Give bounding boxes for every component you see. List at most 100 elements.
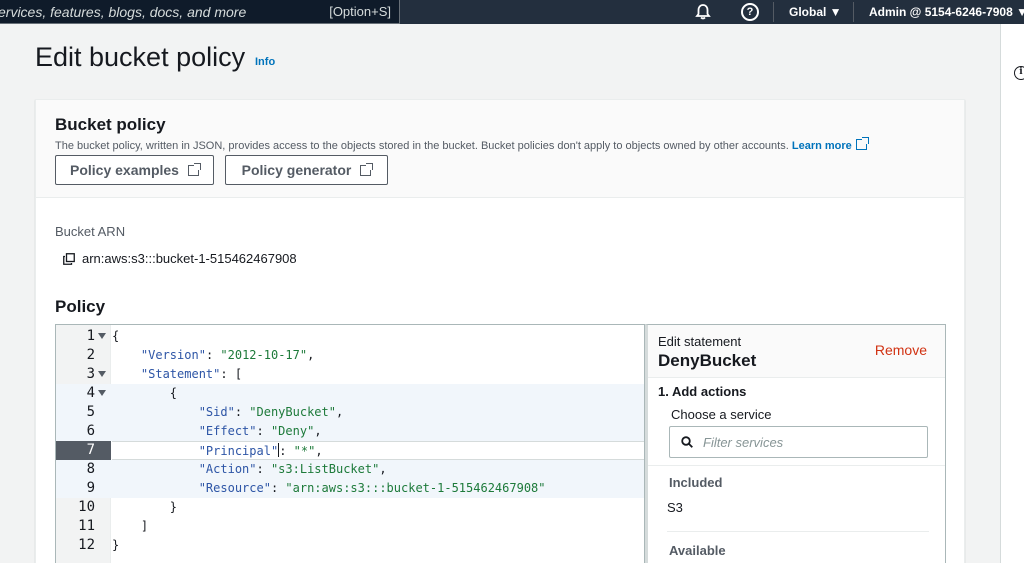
line-number: 2 <box>86 347 95 363</box>
json-punct: , <box>315 444 323 458</box>
json-key: "Resource" <box>198 481 271 495</box>
section-title: Bucket policy <box>55 115 166 134</box>
policy-examples-label: Policy examples <box>70 162 179 178</box>
search-shortcut-hint: [Option+S] <box>329 4 391 19</box>
code-line[interactable]: 1 { <box>56 327 644 346</box>
json-punct: : <box>270 481 286 495</box>
bucket-arn-label: Bucket ARN <box>55 224 126 239</box>
json-value: "s3:ListBucket" <box>270 462 380 476</box>
fold-arrow-icon[interactable] <box>98 371 106 377</box>
json-punct: } <box>112 538 120 552</box>
external-link-icon <box>187 162 201 176</box>
json-punct: ] <box>140 519 149 533</box>
nav-divider <box>773 2 774 22</box>
code-line[interactable]: 6 "Effect": "Deny", <box>56 422 644 441</box>
help-icon[interactable]: ? <box>741 3 759 21</box>
json-punct: , <box>307 348 315 362</box>
json-punct: } <box>169 500 178 514</box>
json-punct: , <box>335 405 344 419</box>
json-punct: , <box>379 462 387 476</box>
region-selector[interactable]: Global ▼ <box>789 5 842 19</box>
description-text: The bucket policy, written in JSON, prov… <box>55 140 789 152</box>
json-punct: , <box>314 424 322 438</box>
policy-examples-button[interactable]: Policy examples <box>55 155 214 185</box>
code-line[interactable]: 8 "Action": "s3:ListBucket", <box>56 460 644 479</box>
statement-header: Edit statement DenyBucket Remove <box>648 325 945 378</box>
json-key: "Effect" <box>198 424 257 438</box>
json-value: "DenyBucket" <box>249 405 336 419</box>
json-value: "2012-10-17" <box>220 348 308 362</box>
included-heading: Included <box>669 475 723 490</box>
json-key: "Version" <box>140 348 206 362</box>
account-menu[interactable]: Admin @ 5154-6246-7908 ▼ <box>869 5 1024 19</box>
container-header: Bucket policy The bucket policy, written… <box>36 100 964 198</box>
line-number: 9 <box>86 480 95 496</box>
nav-divider <box>853 2 854 22</box>
info-link[interactable]: Info <box>255 56 275 68</box>
info-icon[interactable]: i <box>1014 66 1024 80</box>
page-title: Edit bucket policy <box>35 42 246 72</box>
line-number: 7 <box>56 441 111 460</box>
json-punct: : <box>279 444 294 458</box>
policy-generator-label: Policy generator <box>241 162 352 178</box>
json-punct: { <box>169 386 178 400</box>
divider <box>648 465 945 466</box>
json-key: "Principal" <box>198 444 279 458</box>
tools-panel-rail: i <box>1000 24 1024 563</box>
json-value: "arn:aws:s3:::bucket-1-515462467908" <box>285 481 546 495</box>
line-number: 11 <box>78 518 95 534</box>
json-punct: : <box>256 462 271 476</box>
remove-statement-button[interactable]: Remove <box>875 342 927 358</box>
policy-label: Policy <box>55 297 106 316</box>
code-line[interactable]: 10 } <box>56 498 644 517</box>
code-line[interactable]: 12 } <box>56 536 644 555</box>
json-punct: { <box>112 329 120 343</box>
json-punct: : <box>205 348 221 362</box>
bell-icon[interactable] <box>694 3 712 21</box>
json-key: "Action" <box>198 462 257 476</box>
fold-arrow-icon[interactable] <box>98 333 106 339</box>
included-service[interactable]: S3 <box>667 500 683 515</box>
external-link-icon <box>855 137 869 150</box>
divider <box>667 531 929 532</box>
code-line[interactable]: 2 "Version": "2012-10-17", <box>56 346 644 365</box>
code-line[interactable]: 5 "Sid": "DenyBucket", <box>56 403 644 422</box>
available-heading: Available <box>669 543 726 558</box>
policy-json-editor[interactable]: 1 { 2 "Version": "2012-10-17", 3 "Statem… <box>55 324 645 563</box>
filter-services-input[interactable] <box>669 426 928 458</box>
learn-more-link[interactable]: Learn more <box>792 137 869 152</box>
code-line[interactable]: 3 "Statement": [ <box>56 365 644 384</box>
external-link-icon <box>360 162 374 176</box>
search-icon <box>681 436 693 448</box>
add-actions-heading: 1. Add actions <box>658 384 747 399</box>
line-number: 6 <box>86 423 95 439</box>
code-line[interactable]: 11 ] <box>56 517 644 536</box>
edit-statement-label: Edit statement <box>658 334 742 349</box>
policy-generator-button[interactable]: Policy generator <box>225 155 388 185</box>
json-key: "Sid" <box>198 405 235 419</box>
copy-icon[interactable] <box>63 253 75 265</box>
fold-arrow-icon[interactable] <box>98 390 106 396</box>
json-key: "Statement" <box>140 367 221 381</box>
code-line-active[interactable]: 7 "Principal": "*", <box>56 441 644 460</box>
statement-name: DenyBucket <box>658 351 757 370</box>
choose-service-label: Choose a service <box>671 407 772 422</box>
section-description: The bucket policy, written in JSON, prov… <box>55 137 869 152</box>
json-punct: : <box>234 405 250 419</box>
code-line[interactable]: 4 { <box>56 384 644 403</box>
json-value: "*" <box>293 444 316 458</box>
bucket-arn-value: arn:aws:s3:::bucket-1-515462467908 <box>82 251 297 266</box>
json-punct: : [ <box>220 367 243 381</box>
search-placeholder[interactable]: ervices, features, blogs, docs, and more <box>0 4 246 20</box>
global-search[interactable]: ervices, features, blogs, docs, and more… <box>0 0 400 24</box>
json-punct: : <box>256 424 271 438</box>
learn-more-label[interactable]: Learn more <box>792 140 852 152</box>
edit-statement-panel: Edit statement DenyBucket Remove 1. Add … <box>645 324 946 563</box>
line-number: 5 <box>86 404 95 420</box>
line-number: 8 <box>86 461 95 477</box>
bucket-policy-container: Bucket policy The bucket policy, written… <box>35 99 965 563</box>
line-number: 12 <box>78 537 95 553</box>
top-navigation: ervices, features, blogs, docs, and more… <box>0 0 1024 24</box>
code-line[interactable]: 9 "Resource": "arn:aws:s3:::bucket-1-515… <box>56 479 644 498</box>
json-value: "Deny" <box>270 424 315 438</box>
